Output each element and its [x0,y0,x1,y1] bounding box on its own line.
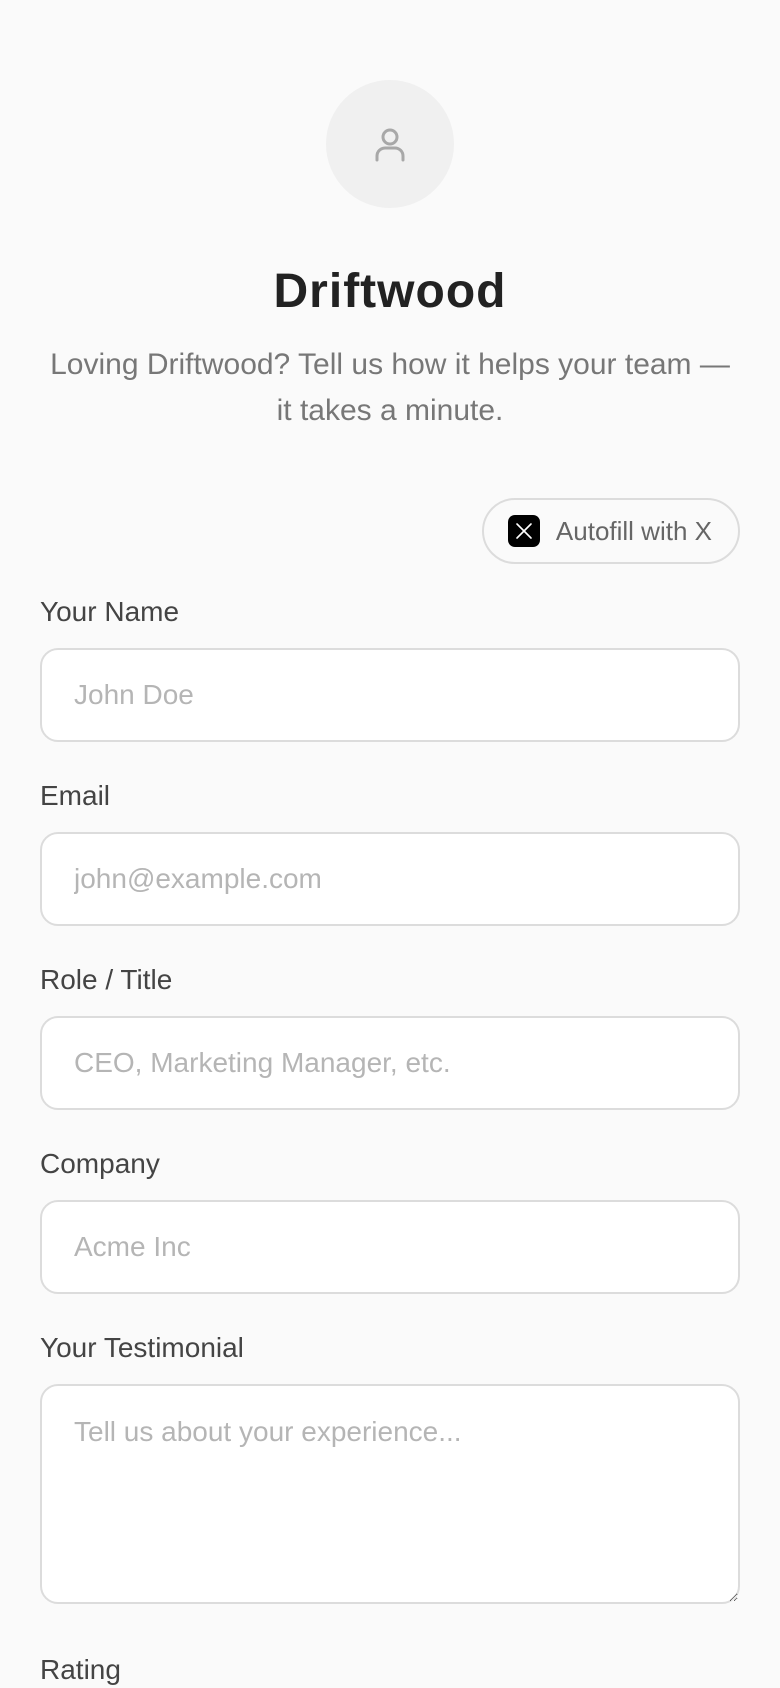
rating-field-label: Rating [40,1654,121,1685]
testimonial-form-page: Driftwood Loving Driftwood? Tell us how … [0,0,780,1688]
page-title: Driftwood [273,265,507,318]
user-icon [375,128,405,162]
x-logo-icon [507,515,540,547]
email-field[interactable] [40,832,740,926]
autofill-button-label: Autofill with X [555,515,712,546]
testimonial-field-label: Your Testimonial [40,1332,244,1363]
company-field[interactable] [40,1200,740,1294]
autofill-with-x-button[interactable]: Autofill with X [481,498,740,564]
avatar [326,80,454,208]
name-field[interactable] [40,648,740,742]
role-field[interactable] [40,1016,740,1110]
page-subtitle: Loving Driftwood? Tell us how it helps y… [50,348,730,427]
company-field-label: Company [40,1148,160,1179]
testimonial-field[interactable] [40,1384,740,1604]
name-field-label: Your Name [40,596,180,627]
role-field-label: Role / Title [40,964,173,995]
email-field-label: Email [40,780,111,811]
